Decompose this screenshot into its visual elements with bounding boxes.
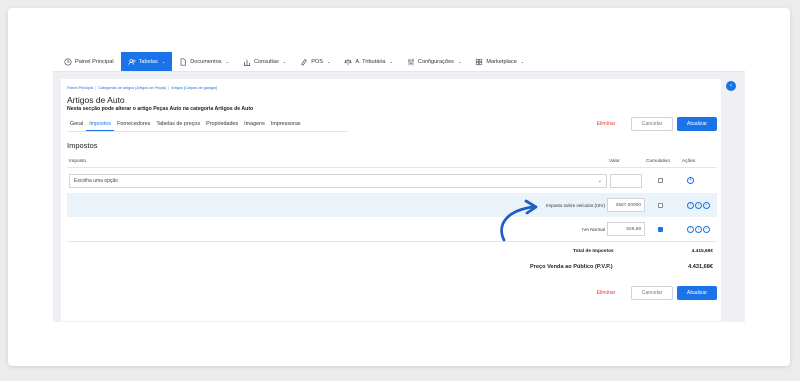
- sliders-icon: [408, 58, 414, 65]
- pvp-value: 4.431,68€: [688, 264, 713, 270]
- new-tax-value-input[interactable]: [610, 174, 642, 188]
- divider: [67, 241, 717, 242]
- breadcrumb-item[interactable]: Categorias de artigos [Artigos de Peças]: [98, 86, 166, 90]
- remove-tax-icon[interactable]: −: [703, 202, 710, 209]
- chevron-down-icon: ⌄: [225, 59, 229, 64]
- remove-tax-icon[interactable]: −: [703, 226, 710, 233]
- nav-label: Documentos: [190, 58, 222, 65]
- tax-select[interactable]: Escolha uma opção ⌄: [69, 174, 607, 188]
- tab-bar: Geral Impostos Fornecedores Tabelas de p…: [67, 120, 347, 132]
- nav-label: POS: [311, 58, 324, 65]
- cancel-button[interactable]: Cancelar: [631, 117, 673, 131]
- move-up-icon[interactable]: ↑: [687, 226, 694, 233]
- tax-row-value-input[interactable]: 828,69: [607, 222, 645, 236]
- column-header-value: Valor: [609, 159, 620, 164]
- bar-chart-icon: [243, 59, 251, 66]
- move-up-icon[interactable]: ↑: [687, 202, 694, 209]
- chevron-down-icon: ⌄: [597, 178, 602, 184]
- nav-label: Consultas: [253, 58, 279, 65]
- breadcrumb: Painel Principal | Categorias de artigos […: [67, 86, 218, 90]
- pos-icon: [301, 58, 308, 66]
- nav-item-consultas[interactable]: Consultas ⌄: [236, 52, 293, 71]
- chevron-down-icon: ⌄: [389, 59, 393, 64]
- tab-geral[interactable]: Geral: [67, 120, 86, 131]
- nav-item-documentos[interactable]: Documentos ⌄: [172, 52, 236, 71]
- tax-row-cumulative-checkbox[interactable]: [658, 203, 663, 208]
- tax-row-value-input[interactable]: 3587,00000: [607, 198, 645, 212]
- nav-item-painel-principal[interactable]: Painel Principal: [57, 52, 121, 71]
- delete-button[interactable]: Eliminar: [589, 286, 623, 300]
- clock-icon: [64, 57, 72, 66]
- section-title: Impostos: [67, 141, 98, 150]
- new-tax-cumulative-checkbox[interactable]: [658, 178, 663, 183]
- column-header-tax: Imposto: [69, 159, 87, 164]
- column-header-cumulative: Cumulativo: [646, 159, 670, 164]
- app-window: Painel Principal Tabelas ⌄ Documentos ⌄ …: [53, 52, 745, 322]
- move-down-icon[interactable]: ↓: [695, 202, 702, 209]
- cancel-button[interactable]: Cancelar: [631, 286, 673, 300]
- delete-button[interactable]: Eliminar: [589, 117, 623, 131]
- nav-label: Configurações: [417, 58, 454, 65]
- tab-imagens[interactable]: Imagens: [241, 120, 268, 131]
- chevron-down-icon: ⌄: [457, 59, 462, 64]
- top-navbar: Painel Principal Tabelas ⌄ Documentos ⌄ …: [53, 52, 745, 72]
- chevron-down-icon: ⌄: [327, 59, 331, 64]
- nav-label: Tabelas: [138, 58, 158, 65]
- tax-row-cumulative-checkbox-checked[interactable]: [658, 227, 663, 232]
- tab-impostos[interactable]: Impostos: [86, 120, 115, 131]
- breadcrumb-item[interactable]: Painel Principal: [67, 86, 93, 90]
- tab-tabelas-de-precos[interactable]: Tabelas de preços: [153, 120, 203, 131]
- main-panel: Painel Principal | Categorias de artigos […: [61, 79, 721, 321]
- document-icon: [180, 57, 186, 66]
- annotation-arrow-icon: [500, 199, 538, 242]
- page-subtitle: Nesta secção pode alterar o artigo Peças…: [67, 106, 254, 112]
- pvp-label: Preço Venda ao Público (P.V.P.): [530, 264, 613, 270]
- tax-select-value: Escolha uma opção: [74, 178, 118, 184]
- column-header-actions: Ações: [682, 159, 696, 164]
- tab-impressoras[interactable]: Impressoras: [268, 120, 304, 131]
- nav-item-tabelas[interactable]: Tabelas ⌄: [120, 52, 173, 71]
- total-taxes-label: Total de Impostos: [573, 249, 614, 254]
- chevron-down-icon: ⌄: [282, 59, 287, 64]
- nav-item-configuracoes[interactable]: Configurações ⌄: [400, 52, 468, 71]
- add-tax-icon[interactable]: +: [687, 177, 694, 184]
- page-title: Artigos de Auto: [67, 95, 125, 105]
- divider: [67, 167, 717, 168]
- move-down-icon[interactable]: ↓: [695, 226, 702, 233]
- nav-label: A. Tributária: [355, 58, 386, 65]
- nav-item-pos[interactable]: POS ⌄: [293, 52, 337, 71]
- update-button[interactable]: Atualizar: [677, 286, 717, 300]
- update-button[interactable]: Atualizar: [677, 117, 717, 131]
- tab-fornecedores[interactable]: Fornecedores: [114, 120, 153, 131]
- nav-item-a-tributaria[interactable]: A. Tributária ⌄: [337, 52, 400, 71]
- nav-label: Painel Principal: [75, 58, 114, 65]
- breadcrumb-item[interactable]: Artigos [Carpas de garagis]: [171, 86, 217, 90]
- scale-icon: [344, 58, 352, 65]
- side-panel-toggle-icon[interactable]: ‹: [726, 81, 736, 91]
- nav-item-marketplace[interactable]: Marketplace ⌄: [468, 52, 531, 71]
- grid-icon: [476, 58, 483, 65]
- tab-propriedades[interactable]: Propriedades: [203, 120, 241, 131]
- users-icon: [128, 58, 135, 65]
- chevron-down-icon: ⌄: [161, 59, 166, 64]
- chevron-down-icon: ⌄: [520, 59, 525, 64]
- nav-label: Marketplace: [486, 58, 517, 65]
- total-taxes-value: 4.415,69€: [691, 249, 713, 254]
